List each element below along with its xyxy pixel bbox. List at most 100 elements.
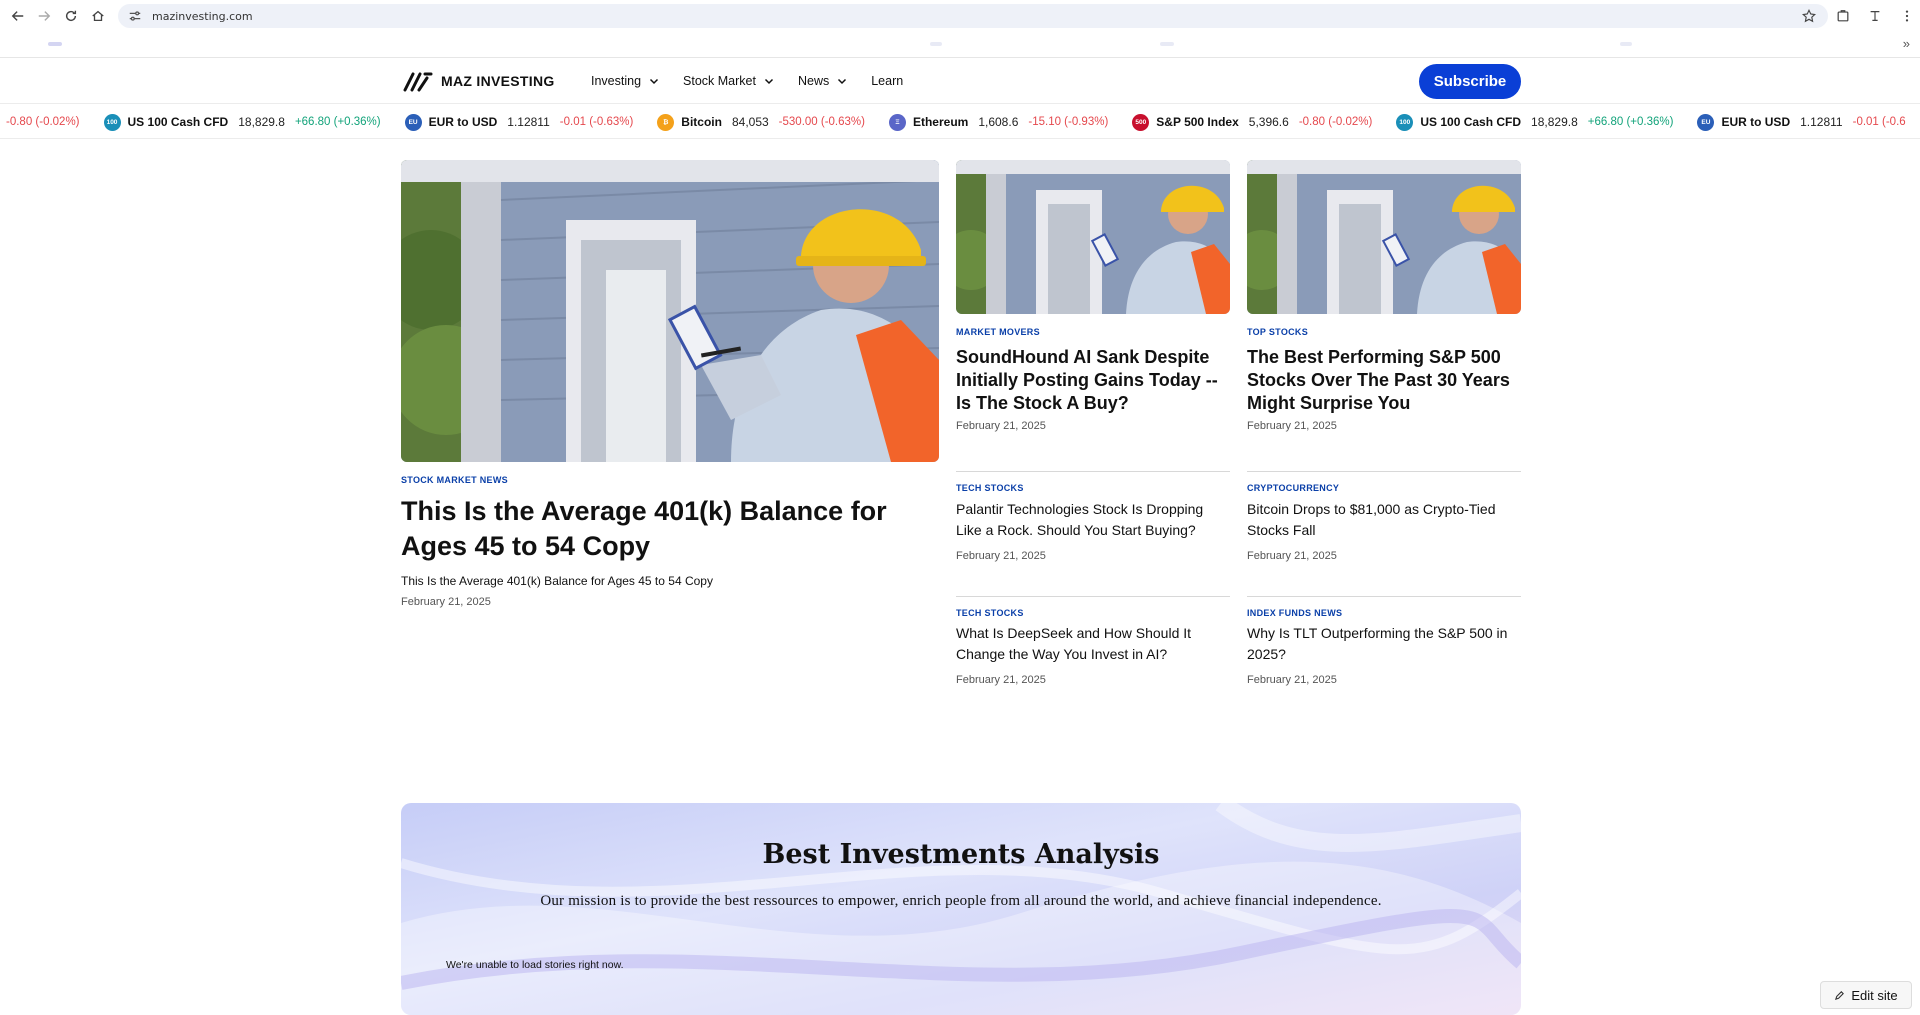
article-title[interactable]: Palantir Technologies Stock Is Dropping … (956, 499, 1230, 541)
ticker-name: Bitcoin (681, 115, 722, 129)
article-category[interactable]: CRYPTOCURRENCY (1247, 483, 1339, 493)
ticker-price: 5,396.6 (1248, 115, 1289, 129)
ticker-name: US 100 Cash CFD (127, 115, 229, 129)
extensions-icon[interactable] (1836, 9, 1850, 23)
bookmarks-bar: » (0, 32, 1920, 58)
card-title[interactable]: The Best Performing S&P 500 Stocks Over … (1247, 346, 1521, 415)
ticker-item[interactable]: 500 S&P 500 Index 5,396.6 -0.80 (-0.02%) (1132, 113, 1373, 131)
card-title[interactable]: SoundHound AI Sank Despite Initially Pos… (956, 346, 1230, 415)
card-image[interactable] (1247, 160, 1521, 314)
url-text: mazinvesting.com (152, 9, 253, 23)
article-title[interactable]: Bitcoin Drops to $81,000 as Crypto-Tied … (1247, 499, 1521, 541)
site-header: MAZ INVESTING Investing Stock Market New… (0, 58, 1920, 104)
ticker-name: EUR to USD (428, 115, 498, 129)
article-date: February 21, 2025 (1247, 674, 1337, 686)
article-category[interactable]: INDEX FUNDS NEWS (1247, 608, 1342, 618)
nav-item-stock-market[interactable]: Stock Market (683, 74, 774, 88)
ticker-item[interactable]: -0.80 (-0.02%) (6, 116, 80, 128)
market-ticker: -0.80 (-0.02%) 100 US 100 Cash CFD 18,829.… (0, 105, 1920, 139)
nav-item-learn[interactable]: Learn (871, 74, 903, 88)
main-nav: Investing Stock Market News Learn (591, 58, 903, 104)
card-image[interactable] (956, 160, 1230, 314)
reload-icon[interactable] (57, 2, 85, 30)
bookmark-star-icon[interactable] (1802, 9, 1816, 23)
menu-kebab-icon[interactable] (1900, 9, 1914, 23)
ticker-change: +66.80 (+0.36%) (1587, 116, 1674, 128)
logo-text: MAZ INVESTING (441, 73, 555, 89)
ticker-symbol-icon: EU (404, 113, 422, 131)
edit-site-label: Edit site (1851, 987, 1898, 1003)
divider (1247, 471, 1521, 472)
subscribe-button[interactable]: Subscribe (1419, 64, 1521, 99)
nav-item-investing[interactable]: Investing (591, 74, 659, 88)
ticker-track: -0.80 (-0.02%) 100 US 100 Cash CFD 18,829.… (6, 105, 1920, 138)
ticker-price: 1.12811 (1800, 115, 1843, 129)
logo-mark-icon (403, 72, 433, 92)
article-category[interactable]: TECH STOCKS (956, 608, 1024, 618)
mission-text: Our mission is to provide the best resso… (540, 893, 1382, 909)
ticker-price: 1,608.6 (978, 115, 1019, 129)
ticker-name: US 100 Cash CFD (1420, 115, 1522, 129)
ticker-price: 84,053 (731, 115, 769, 129)
ticker-symbol-icon: EU (1697, 113, 1715, 131)
nav-label: News (797, 74, 830, 88)
ticker-price: 18,829.8 (1531, 115, 1578, 129)
chevron-down-icon (764, 78, 773, 85)
ticker-change: -15.10 (-0.93%) (1028, 116, 1109, 128)
ticker-item[interactable]: Ξ Ethereum 1,608.6 -15.10 (-0.93%) (888, 113, 1109, 131)
bookmark-item[interactable] (1620, 42, 1632, 46)
hero-category[interactable]: STOCK MARKET NEWS (401, 475, 508, 485)
divider (956, 596, 1230, 597)
ticker-item[interactable]: EU EUR to USD 1.12811 -0.01 (-0.6 (1697, 113, 1906, 131)
bookmark-item[interactable] (1160, 42, 1174, 46)
article-title[interactable]: What Is DeepSeek and How Should It Chang… (956, 623, 1230, 665)
ticker-item[interactable]: 100 US 100 Cash CFD 18,829.8 +66.80 (+0.36%… (103, 113, 381, 131)
article-title[interactable]: Why Is TLT Outperforming the S&P 500 in … (1247, 623, 1521, 665)
ticker-name: Ethereum (912, 115, 969, 129)
nav-item-news[interactable]: News (798, 74, 847, 88)
ticker-item[interactable]: 100 US 100 Cash CFD 18,829.8 +66.80 (+0.36%… (1396, 113, 1674, 131)
nav-label: Stock Market (683, 74, 756, 88)
ticker-change: -530.00 (-0.63%) (778, 116, 865, 128)
card-category[interactable]: MARKET MOVERS (956, 327, 1040, 337)
mission-title: Best Investments Analysis (762, 839, 1160, 870)
ticker-change: -0.80 (-0.02%) (1298, 116, 1373, 128)
hero-image[interactable] (401, 160, 939, 462)
mission-banner: Best Investments Analysis Our mission is… (401, 803, 1521, 1015)
ticker-symbol-icon: ₿ (657, 113, 675, 131)
article-date: February 21, 2025 (1247, 550, 1337, 562)
article-category[interactable]: TECH STOCKS (956, 483, 1024, 493)
back-icon[interactable] (4, 2, 32, 30)
ticker-name: S&P 500 Index (1156, 115, 1239, 129)
ticker-item[interactable]: EU EUR to USD 1.12811 -0.01 (-0.63%) (404, 113, 634, 131)
ticker-change: -0.01 (-0.6 (1852, 116, 1906, 128)
ticker-symbol-icon: 500 (1132, 113, 1150, 131)
hero-title[interactable]: This Is the Average 401(k) Balance for A… (401, 494, 921, 564)
ticker-symbol-icon: 100 (103, 113, 121, 131)
chevron-down-icon (838, 78, 847, 85)
edit-site-button[interactable]: Edit site (1820, 981, 1912, 1009)
divider (1247, 596, 1521, 597)
stories-error-message: We're unable to load stories right now. (446, 959, 624, 971)
ticker-name: EUR to USD (1721, 115, 1791, 129)
forward-icon[interactable] (30, 2, 58, 30)
profile-icon[interactable] (1868, 9, 1882, 23)
card-category[interactable]: TOP STOCKS (1247, 327, 1308, 337)
pencil-icon (1835, 990, 1845, 1000)
ticker-item[interactable]: ₿ Bitcoin 84,053 -530.00 (-0.63%) (657, 113, 865, 131)
browser-toolbar: mazinvesting.com (0, 0, 1920, 32)
home-icon[interactable] (84, 2, 112, 30)
chevron-down-icon (650, 78, 659, 85)
bookmark-item[interactable] (930, 42, 942, 46)
nav-label: Learn (871, 74, 904, 88)
ticker-price: 18,829.8 (238, 115, 285, 129)
article-date: February 21, 2025 (956, 674, 1046, 686)
site-logo[interactable]: MAZ INVESTING (403, 70, 555, 92)
address-bar[interactable]: mazinvesting.com (118, 4, 1828, 28)
card-date: February 21, 2025 (1247, 420, 1337, 432)
ticker-price: 1.12811 (507, 115, 550, 129)
site-settings-icon[interactable] (128, 9, 142, 23)
ticker-change: -0.01 (-0.63%) (559, 116, 634, 128)
bookmarks-overflow-icon[interactable]: » (1903, 36, 1910, 51)
bookmark-item[interactable] (48, 42, 62, 46)
